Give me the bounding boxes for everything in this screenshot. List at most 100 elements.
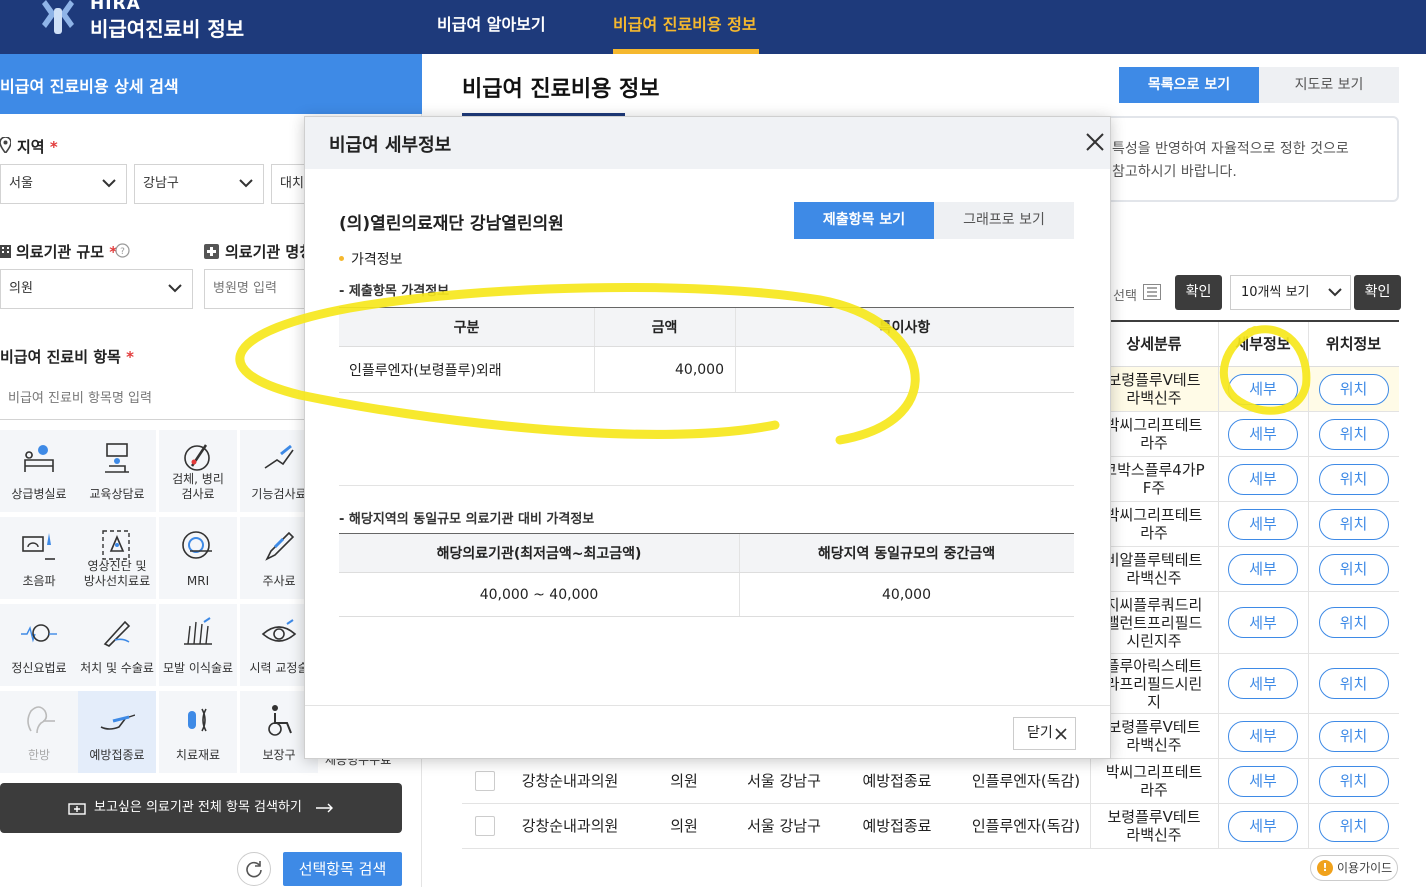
row-item: 인플루엔자(독감) — [971, 772, 1081, 790]
regional-compare-table: 해당의료기관(최저금액~최고금액) 해당지역 동일규모의 중간금액 40,000… — [339, 533, 1074, 617]
row-price-range: 40,000 ~ 40,000 — [479, 586, 599, 603]
notice-line-1: 특성을 반영하여 자율적으로 정한 것으로 — [1112, 141, 1349, 157]
category-imaging[interactable]: 영상진단 및 방사선치료료 — [78, 517, 156, 599]
ultrasound-icon — [22, 533, 55, 560]
region-label: 지역 * — [17, 138, 58, 156]
view-map-tab[interactable]: 지도로 보기 — [1259, 67, 1399, 103]
row-subcategory: 보령플루V테트 라백신주 — [1107, 808, 1201, 844]
chevron-down-icon — [168, 284, 182, 293]
location-button[interactable]: 위치 — [1318, 765, 1389, 797]
test-tube-icon — [184, 444, 210, 471]
location-button[interactable]: 위치 — [1318, 373, 1389, 405]
row-detail-cell: 세부 — [1218, 457, 1308, 501]
item-search-input[interactable]: 비급여 진료비 항목명 입력 — [0, 380, 331, 420]
section-regional-compare: - 해당지역의 동일규모 의료기관 대비 가격정보 — [339, 512, 595, 527]
select-confirm-button[interactable]: 확인 — [1175, 275, 1222, 310]
category-ultrasound[interactable]: 초음파 — [0, 517, 78, 599]
region-sigungu-select[interactable]: 강남구 — [134, 164, 264, 204]
row-location-cell: 위치 — [1308, 412, 1399, 456]
row-location-cell: 위치 — [1308, 547, 1399, 591]
detail-button[interactable]: 세부 — [1228, 607, 1298, 638]
row-checkbox[interactable] — [475, 771, 495, 791]
close-icon[interactable] — [1085, 132, 1105, 152]
detail-button[interactable]: 세부 — [1228, 418, 1298, 450]
category-treatment-material[interactable]: 치료재료 — [159, 691, 237, 773]
location-button[interactable]: 위치 — [1318, 607, 1389, 638]
detail-button[interactable]: 세부 — [1228, 810, 1298, 842]
category-hair-transplant[interactable]: 모발 이식술료 — [159, 604, 237, 686]
category-oriental-medicine[interactable]: 한방 — [0, 691, 78, 773]
reset-button[interactable] — [237, 852, 271, 886]
detail-button[interactable]: 세부 — [1228, 508, 1298, 540]
row-detail-cell: 세부 — [1218, 804, 1308, 848]
nav-about-noncovered[interactable]: 비급여 알아보기 — [437, 11, 546, 35]
notice-line-2: 참고하시기 바랍니다. — [1112, 164, 1237, 180]
location-button[interactable]: 위치 — [1318, 418, 1389, 450]
detail-button[interactable]: 세부 — [1228, 553, 1298, 585]
search-selected-button[interactable]: 선택항목 검색 — [283, 852, 402, 886]
region-sido-select[interactable]: 서울 — [0, 164, 127, 204]
capsule-icon — [188, 708, 207, 732]
detail-button[interactable]: 세부 — [1228, 373, 1298, 405]
location-button[interactable]: 위치 — [1318, 508, 1389, 540]
detail-button[interactable]: 세부 — [1228, 720, 1298, 752]
per-page-select[interactable]: 10개씩 보기 — [1230, 275, 1351, 310]
section-divider — [339, 485, 1074, 486]
nav-noncovered-cost-info[interactable]: 비급여 진료비용 정보 — [613, 11, 757, 35]
submitted-price-row: 인플루엔자(보령플루)외래 40,000 — [339, 347, 1074, 393]
row-detail-cell: 세부 — [1218, 412, 1308, 456]
help-icon[interactable]: ? — [115, 243, 130, 258]
logo-text-ko[interactable]: 비급여진료비 정보 — [90, 13, 244, 42]
nav-active-indicator — [613, 49, 759, 54]
detail-button[interactable]: 세부 — [1228, 463, 1298, 495]
location-button[interactable]: 위치 — [1318, 810, 1389, 842]
row-item-name: 인플루엔자(보령플루)외래 — [349, 362, 502, 379]
row-subcategory: 박씨그리프테트 라주 — [1105, 763, 1203, 799]
location-button[interactable]: 위치 — [1318, 720, 1389, 752]
category-counseling[interactable]: 교육상담료 — [78, 430, 156, 512]
location-button[interactable]: 위치 — [1318, 463, 1389, 495]
modal-close-button[interactable]: 닫기 — [1013, 717, 1076, 750]
size-select[interactable]: 의원 — [0, 269, 193, 309]
row-checkbox[interactable] — [475, 816, 495, 836]
search-all-items-button[interactable]: 보고싶은 의료기관 전체 항목 검색하기 — [0, 783, 402, 833]
col-detail-info: 세부정보 — [1235, 335, 1291, 353]
detail-button[interactable]: 세부 — [1228, 668, 1298, 699]
hira-logo-icon — [42, 0, 74, 34]
row-institution[interactable]: 강창순내과의원 — [508, 804, 632, 848]
chevron-down-icon — [102, 179, 116, 188]
row-location-cell: 위치 — [1308, 592, 1399, 653]
col-location-info: 위치정보 — [1325, 335, 1382, 353]
per-page-confirm-button[interactable]: 확인 — [1354, 275, 1401, 310]
list-icon[interactable] — [1143, 284, 1161, 300]
category-surgery[interactable]: 처치 및 수술료 — [78, 604, 156, 686]
regional-compare-header: 해당의료기관(최저금액~최고금액) 해당지역 동일규모의 중간금액 — [339, 534, 1074, 573]
consultation-icon — [105, 443, 129, 473]
syringe-icon — [265, 531, 295, 561]
chevron-down-icon — [1328, 288, 1342, 297]
row-detail-cell: 세부 — [1218, 547, 1308, 591]
category-psychotherapy[interactable]: 정신요법료 — [0, 604, 78, 686]
view-list-tab[interactable]: 목록으로 보기 — [1119, 67, 1259, 103]
modal-title: 비급여 세부정보 — [329, 135, 452, 156]
brain-wave-icon — [21, 624, 57, 643]
category-specimen-test[interactable]: 검체, 병리 검사료 — [159, 430, 237, 512]
tab-graph-view[interactable]: 그래프로 보기 — [934, 202, 1074, 239]
row-detail-cell: 세부 — [1218, 714, 1308, 758]
location-button[interactable]: 위치 — [1318, 668, 1389, 699]
user-guide-button[interactable]: ! 이용가이드 — [1310, 855, 1398, 881]
detail-button[interactable]: 세부 — [1228, 765, 1298, 797]
category-mri[interactable]: MRI — [159, 517, 237, 599]
col-category: 구분 — [453, 320, 480, 336]
category-private-room[interactable]: 상급병실료 — [0, 430, 78, 512]
location-button[interactable]: 위치 — [1318, 553, 1389, 585]
row-location-cell: 위치 — [1308, 759, 1399, 803]
item-label: 비급여 진료비 항목 * — [0, 348, 134, 366]
row-institution[interactable]: 강창순내과의원 — [508, 759, 632, 803]
row-remarks — [735, 347, 1074, 392]
mri-icon — [182, 531, 212, 559]
size-label: 의료기관 규모 * — [16, 243, 118, 261]
category-vaccination[interactable]: 예방접종료 — [78, 691, 156, 773]
tab-submitted-items[interactable]: 제출항목 보기 — [794, 202, 934, 239]
select-label[interactable]: 선택 — [1113, 285, 1137, 304]
